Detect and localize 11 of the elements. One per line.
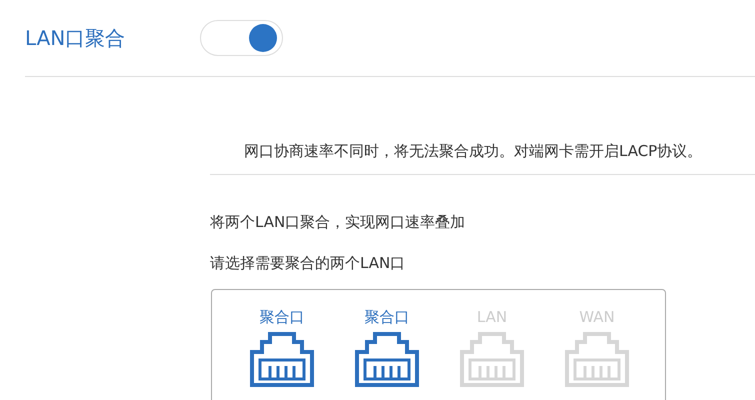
port-option[interactable]: 聚合口 xyxy=(250,308,314,400)
section-title: LAN口聚合 xyxy=(25,24,126,52)
port-option[interactable]: 聚合口 xyxy=(355,308,419,400)
ethernet-port-icon xyxy=(250,332,314,387)
toggle-switch[interactable] xyxy=(200,20,283,56)
ethernet-port-icon xyxy=(565,332,629,387)
prompt-text: 请选择需要聚合的两个LAN口 xyxy=(210,254,406,273)
notice-text: 网口协商速率不同时，将无法聚合成功。对端网卡需开启LACP协议。 xyxy=(210,142,755,175)
ethernet-port-icon xyxy=(355,332,419,387)
description-text: 将两个LAN口聚合，实现网口速率叠加 xyxy=(210,213,466,232)
ethernet-port-icon xyxy=(460,332,524,387)
